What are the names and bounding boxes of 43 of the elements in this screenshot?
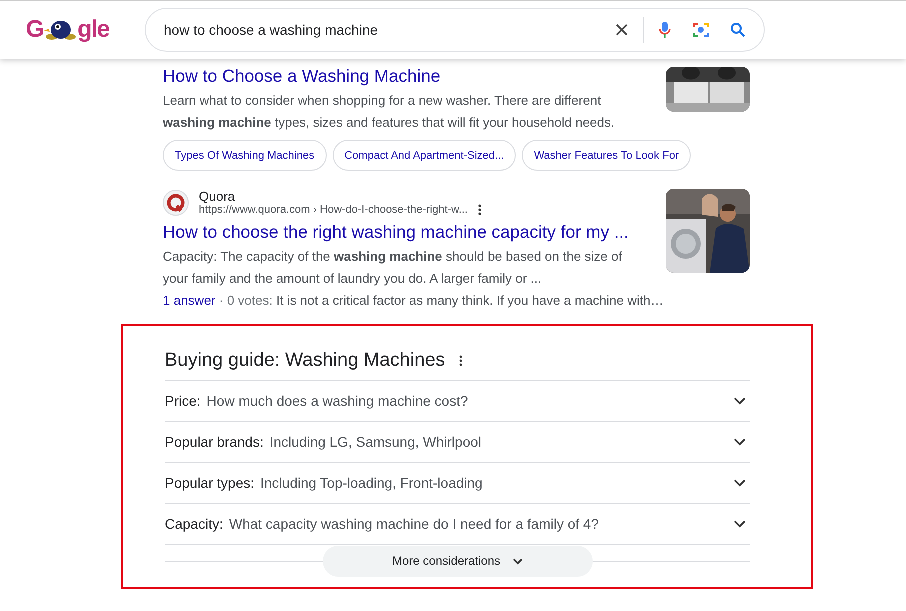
- more-options-icon[interactable]: [459, 355, 464, 367]
- guide-row[interactable]: Popular brands: Including LG, Samsung, Whirlpool: [165, 422, 750, 463]
- guide-row[interactable]: Capacity: What capacity washing machine do I need for a family of 4?: [165, 504, 750, 545]
- result-url[interactable]: https://www.quora.com › How-do-I-choose-the-right-w...: [199, 204, 468, 216]
- result-title-link[interactable]: How to Choose a Washing Machine: [163, 64, 441, 88]
- guide-row[interactable]: Price: How much does a washing machine cost?: [165, 381, 750, 422]
- result-snippet: Learn what to consider when shopping for a new washer. There are different washing machine types, sizes and features that will fit your household needs.: [163, 92, 616, 132]
- guide-label: Capacity:: [165, 516, 224, 532]
- chevron-icon: [512, 558, 523, 564]
- chevron-icon: [734, 397, 746, 405]
- site-logo-icon: [163, 190, 189, 216]
- search-bar[interactable]: how to choose a washing machine: [145, 8, 765, 52]
- guide-row[interactable]: Popular types: Including Top-loading, Front-loading: [165, 463, 750, 504]
- result-title-link[interactable]: How to choose the right washing machine capacity for my ...: [163, 220, 629, 244]
- logo-letters: gle: [78, 16, 110, 44]
- answer-meta: · 0 votes:: [219, 293, 273, 308]
- guide-label: Price:: [165, 393, 201, 409]
- microphone-icon[interactable]: [658, 21, 672, 39]
- topic-chip[interactable]: Compact And Apartment-Sized...: [332, 140, 516, 171]
- guide-question: What capacity washing machine do I need for a family of 4?: [229, 516, 600, 532]
- chevron-icon: [734, 520, 746, 528]
- doodle-logo[interactable]: G gle: [26, 16, 136, 44]
- topic-chip[interactable]: Types Of Washing Machines: [163, 140, 327, 171]
- site-name: Quora: [199, 189, 236, 204]
- guide-question: Including Top-loading, Front-loading: [260, 475, 484, 491]
- more-options-icon[interactable]: [478, 204, 482, 216]
- answer-link[interactable]: 1 answer: [163, 293, 216, 308]
- result-snippet: Capacity: The capacity of the washing machine should be based on the size of your family and the amount of laundry you do. A larger family or ...: [163, 248, 624, 288]
- search-field[interactable]: how to choose a washing machine: [164, 22, 595, 38]
- more-considerations-button[interactable]: More considerations: [322, 546, 592, 576]
- logo-letter: G: [26, 16, 44, 44]
- guide-label: Popular brands:: [165, 434, 264, 450]
- close-icon[interactable]: [615, 23, 629, 37]
- guide-question: How much does a washing machine cost?: [206, 393, 470, 409]
- camera-icon[interactable]: [692, 21, 710, 39]
- guide-question: Including LG, Samsung, Whirlpool: [270, 434, 483, 450]
- chevron-icon: [734, 438, 746, 446]
- topic-chip[interactable]: Washer Features To Look For: [522, 140, 692, 171]
- chevron-icon: [734, 479, 746, 487]
- search-icon[interactable]: [730, 22, 746, 38]
- guide-label: Popular types:: [165, 475, 254, 491]
- answer-text: It is not a critical factor as many think. If you have a machine with…: [276, 293, 664, 308]
- buying-guide-title: Buying guide: Washing Machines: [165, 350, 446, 372]
